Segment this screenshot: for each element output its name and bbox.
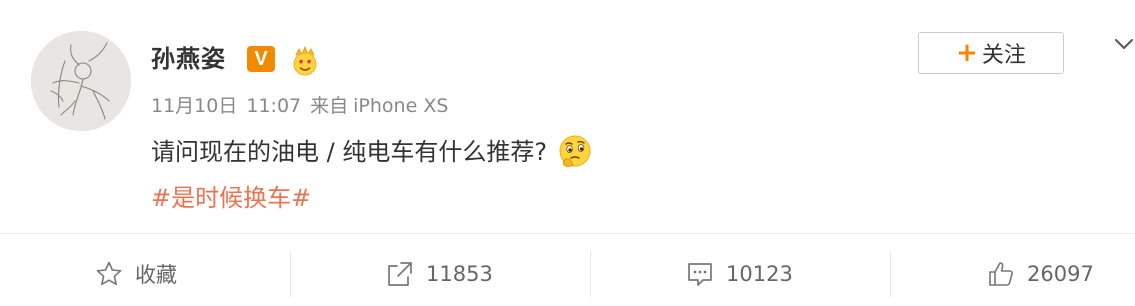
action-separator bbox=[590, 251, 591, 297]
action-separator bbox=[890, 251, 891, 297]
topic-hashtag-link[interactable]: #是时候换车# bbox=[151, 182, 311, 214]
like-count: 26097 bbox=[1027, 262, 1094, 286]
share-icon bbox=[388, 262, 412, 286]
post-date[interactable]: 11月10日 bbox=[151, 95, 237, 117]
repost-button[interactable]: 11853 bbox=[386, 256, 493, 292]
follow-button-label: 关注 bbox=[981, 43, 1026, 68]
comment-count: 10123 bbox=[726, 262, 793, 286]
favorite-label: 收藏 bbox=[135, 263, 177, 287]
favorite-button[interactable]: 收藏 bbox=[95, 256, 177, 292]
post-source-prefix: 来自 bbox=[310, 95, 349, 117]
comment-button[interactable]: 10123 bbox=[686, 256, 793, 292]
comment-icon bbox=[688, 263, 712, 286]
plus-icon: + bbox=[956, 38, 978, 68]
star-icon bbox=[96, 261, 122, 286]
thinking-face-icon bbox=[559, 135, 591, 167]
like-button[interactable]: 26097 bbox=[987, 256, 1094, 292]
weibo-post-card: 孙燕姿 V + 关注 11月10日 11:07 来自 iPhone XS 请问现在的油… bbox=[0, 0, 1135, 306]
repost-count: 11853 bbox=[426, 262, 493, 286]
post-text: 请问现在的油电 / 纯电车有什么推荐? bbox=[151, 138, 548, 166]
crown-heart-badge-icon bbox=[293, 45, 317, 76]
action-separator bbox=[290, 251, 291, 297]
chevron-down-icon[interactable] bbox=[1114, 34, 1134, 54]
avatar-sketch-icon bbox=[31, 31, 131, 131]
post-time[interactable]: 11:07 bbox=[246, 95, 301, 117]
avatar[interactable] bbox=[31, 31, 131, 131]
user-name[interactable]: 孙燕姿 bbox=[151, 44, 226, 74]
post-source-device: iPhone XS bbox=[353, 95, 449, 117]
verified-badge: V bbox=[247, 46, 275, 72]
post-meta: 11月10日 11:07 来自 iPhone XS bbox=[151, 94, 448, 118]
thumbs-up-icon bbox=[989, 262, 1013, 286]
follow-button[interactable]: + 关注 bbox=[918, 32, 1064, 74]
post-content: 请问现在的油电 / 纯电车有什么推荐? bbox=[151, 134, 593, 170]
actions-divider bbox=[0, 233, 1135, 234]
